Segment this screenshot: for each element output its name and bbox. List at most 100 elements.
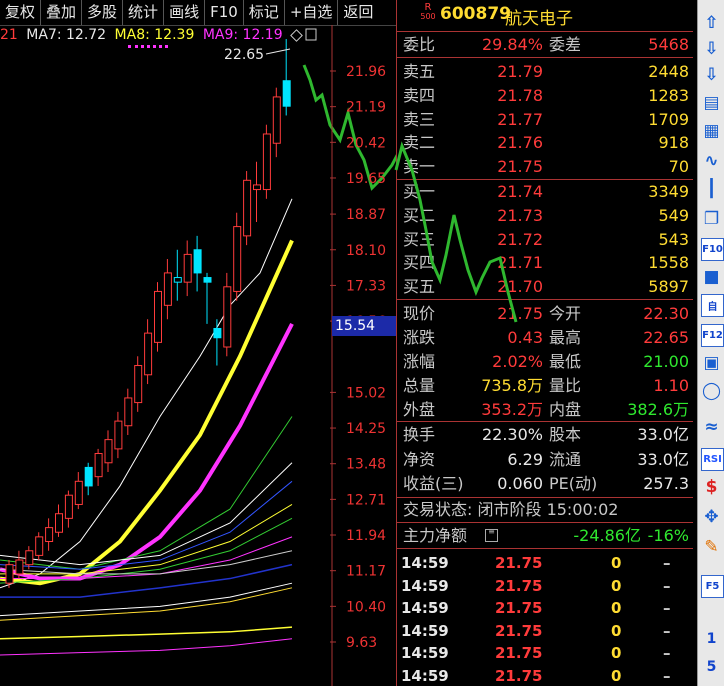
toolbar-tongji[interactable]: 统计	[123, 0, 165, 25]
y-tick-label: 14.25	[346, 421, 386, 437]
f12-icon[interactable]: F12	[701, 324, 724, 347]
toolbar-biaoji[interactable]: 标记	[244, 0, 285, 25]
quote-value-2: 22.30	[643, 304, 689, 323]
candle-body	[35, 536, 44, 556]
arrow-down-icon[interactable]: ⇩	[701, 64, 722, 85]
fund-value-2: 33.0亿	[637, 425, 689, 444]
ask-row: 卖三 21.77 1709	[397, 108, 693, 131]
toolbar-back[interactable]: 返回	[338, 0, 378, 25]
dollar-icon[interactable]: $	[701, 476, 722, 497]
quote-value-2: 382.6万	[627, 400, 689, 419]
trade-volume: 0	[611, 576, 622, 595]
bid-row: 买二 21.73 549	[397, 204, 693, 227]
ask-volume: 1709	[648, 109, 689, 129]
kline-chart[interactable]: 21.9621.1920.4219.6518.8718.1017.3316.56…	[0, 25, 518, 686]
grid-icon[interactable]: ▦	[701, 120, 722, 141]
candle-body	[25, 550, 34, 566]
fund-value-2: 257.3	[643, 474, 689, 493]
candle-body	[15, 559, 24, 575]
pen-icon[interactable]: ✎	[701, 536, 722, 557]
toolbar-huaxian[interactable]: 画线	[164, 0, 206, 25]
stock-code: 600879	[440, 4, 511, 24]
ratio-value: 29.84%	[481, 35, 543, 54]
fund-value: 0.060	[497, 474, 543, 493]
ask-volume: 2448	[648, 62, 689, 81]
f10-icon[interactable]: F10	[701, 238, 724, 261]
kline-svg: 21.9621.1920.4219.6518.8718.1017.3316.56…	[0, 25, 518, 686]
trade-side: –	[663, 576, 671, 595]
bid-row: 买四 21.71 1558	[397, 251, 693, 274]
circle-icon[interactable]: ◯	[701, 380, 722, 401]
report-icon[interactable]: ▤	[701, 92, 722, 113]
toolbar-duogu[interactable]: 多股	[82, 0, 124, 25]
candle-chart-icon[interactable]: ┃	[701, 178, 722, 199]
wave-icon[interactable]: ≈	[701, 416, 722, 437]
arrow-up-icon[interactable]: ⇧	[701, 12, 722, 33]
ask-label: 卖二	[403, 133, 436, 153]
risk-badge: R 500	[417, 3, 439, 22]
candle-body	[233, 226, 242, 292]
trade-status-row: 交易状态: 闭市阶段 15:00:02	[397, 498, 693, 521]
page-1-label[interactable]: 1	[701, 628, 722, 649]
quote-value: 735.8万	[481, 376, 543, 395]
ma-line-yellow-2	[0, 504, 293, 575]
trade-time: 14:59	[401, 576, 449, 595]
candle-body	[124, 397, 133, 427]
diff-label: 委差	[549, 35, 582, 54]
trade-time: 14:59	[401, 666, 449, 685]
toolbar-f10[interactable]: F10	[205, 0, 244, 25]
windows-icon[interactable]: ❐	[701, 208, 722, 229]
fund-value-2: 33.0亿	[637, 449, 689, 469]
chart-toolbar: 复权 叠加 多股 统计 画线 F10 标记 +自选 返回	[0, 0, 396, 26]
candle-body	[45, 527, 54, 543]
trade-side: –	[663, 621, 671, 640]
self-icon[interactable]: 自	[701, 294, 724, 317]
trade-volume: 0	[611, 621, 622, 640]
trade-side: –	[663, 554, 671, 572]
quote-label-2: 今开	[549, 304, 582, 323]
trade-volume: 0	[611, 554, 622, 572]
move-icon[interactable]: ✥	[701, 506, 722, 527]
page-5-label[interactable]: 5	[701, 656, 722, 677]
function-sidebar: ⇧ ⇩ ⇩ ▤ ▦ ∿ ┃ ❐ F10 ■ 自 F12 ▣ ◯ ≈ RSI $ ✥ ✎ F5 1 5	[697, 0, 724, 686]
quote-value: 2.02%	[492, 352, 543, 371]
bid-volume: 3349	[648, 182, 689, 201]
ma-line-blue	[0, 480, 293, 570]
toolbar-fuquan[interactable]: 复权	[0, 0, 42, 25]
candle-body	[104, 439, 113, 464]
quote-label: 涨幅	[403, 352, 436, 371]
trade-row: 14:59 21.75 0 –	[397, 620, 693, 642]
ma-lead: 21	[0, 27, 18, 43]
bid-price: 21.72	[497, 229, 543, 249]
ask-volume: 918	[658, 133, 689, 153]
ma7-label: MA7: 12.72	[26, 27, 107, 43]
trade-time: 14:59	[401, 599, 449, 617]
quote-label-2: 最低	[549, 352, 582, 371]
main-flow-menu-icon[interactable]: ≡	[485, 528, 498, 542]
arrow-down-icon[interactable]: ⇩	[701, 38, 722, 59]
trade-time: 14:59	[401, 644, 449, 662]
trade-volume: 0	[611, 644, 622, 662]
f5-icon[interactable]: F5	[701, 575, 724, 598]
trade-price: 21.75	[495, 666, 543, 685]
line-chart-icon[interactable]: ∿	[701, 150, 722, 171]
quote-row: 外盘 353.2万 内盘 382.6万	[397, 398, 693, 421]
stats-icon[interactable]: ▣	[701, 352, 722, 373]
candle-body	[253, 184, 261, 191]
trade-row: 14:59 21.75 0 –	[397, 552, 693, 574]
rsi-icon[interactable]: RSI	[701, 448, 724, 471]
trade-price: 21.75	[495, 599, 543, 617]
toolbar-diejia[interactable]: 叠加	[41, 0, 83, 25]
badge-bottom: 500	[420, 12, 436, 21]
quote-value: 0.43	[507, 328, 543, 347]
fund-label-2: 流通	[549, 449, 582, 469]
company-icon[interactable]: ■	[701, 266, 722, 287]
toolbar-add-watch[interactable]: +自选	[285, 0, 339, 25]
quote-value: 21.75	[497, 304, 543, 323]
quote-label-2: 最高	[549, 328, 582, 347]
y-tick-label: 20.42	[346, 135, 386, 151]
fund-label: 净资	[403, 449, 436, 469]
ma-legend: 21 MA7: 12.72 MA8: 12.39 MA9: 12.19	[0, 27, 287, 45]
diff-value: 5468	[648, 35, 689, 54]
main-flow-amount: -24.86亿	[573, 526, 641, 545]
